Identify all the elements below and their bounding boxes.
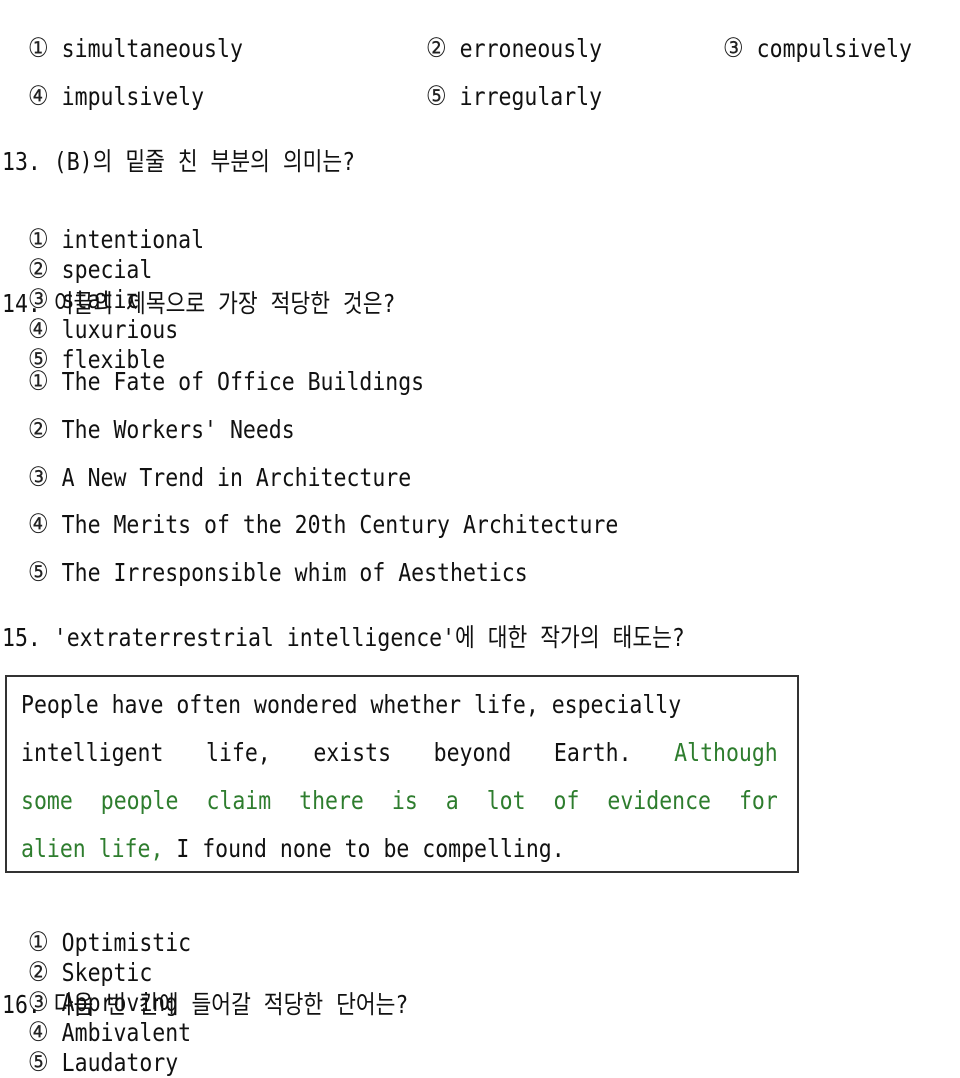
q15-option-2[interactable]: ② Skeptic	[27, 957, 153, 988]
passage-highlight: some	[21, 786, 73, 815]
passage-word: exists	[313, 738, 392, 767]
q13-option-1[interactable]: ① intentional	[27, 224, 205, 255]
q13-option-2[interactable]: ② special	[27, 254, 153, 285]
q15-option-5[interactable]: ⑤ Laudatory	[27, 1047, 179, 1078]
passage-highlight: lot	[486, 786, 526, 815]
q16-title: 16. 다음 빈 칸에 들어갈 적당한 단어는?	[2, 990, 409, 1019]
passage-highlight: of	[553, 786, 580, 815]
option-text: Skeptic	[61, 958, 153, 987]
q12-option-3[interactable]: ③ compulsively	[697, 4, 912, 64]
option-text: impulsively	[61, 82, 205, 111]
q14-title: 14. 이글의 제목으로 가장 적당한 것은?	[2, 289, 396, 318]
option-number: ⑤	[27, 557, 49, 588]
passage-text: I found none to be compelling.	[163, 834, 565, 863]
option-number: ⑤	[425, 81, 447, 112]
q13-title: 13. (B)의 밑줄 친 부분의 의미는?	[2, 147, 356, 176]
option-number: ⑤	[27, 1047, 49, 1078]
passage-line-1: People have often wondered whether life,…	[21, 690, 682, 719]
option-number: ①	[27, 927, 49, 958]
passage-word: Earth.	[553, 738, 632, 767]
option-text: The Irresponsible whim of Aesthetics	[61, 558, 528, 587]
passage-highlight: is	[391, 786, 418, 815]
passage-highlight: there	[299, 786, 364, 815]
q14-option-5[interactable]: ⑤ The Irresponsible whim of Aesthetics	[2, 528, 528, 588]
passage-highlight: claim	[206, 786, 272, 815]
passage-highlight: evidence	[607, 786, 711, 815]
passage-highlight: Although	[674, 738, 778, 767]
option-text: Optimistic	[61, 928, 192, 957]
passage-word: life,	[206, 738, 271, 767]
option-number: ④	[27, 81, 49, 112]
option-text: intentional	[61, 225, 205, 254]
q15-title: 15. 'extraterrestrial intelligence'에 대한 …	[2, 623, 685, 652]
passage-box: People have often wondered whether life,…	[5, 675, 799, 873]
passage-highlight: alien life,	[21, 834, 164, 863]
passage-word: beyond	[433, 738, 512, 767]
option-text: irregularly	[459, 82, 603, 111]
option-text: compulsively	[756, 34, 913, 63]
option-text: Laudatory	[61, 1048, 179, 1077]
q15-options: ① Optimistic ② Skeptic ③ Approving ④ Amb…	[2, 898, 191, 1078]
passage-highlight: for	[738, 786, 778, 815]
passage-line-4: alien life, I found none to be compellin…	[21, 834, 778, 864]
passage-line-2: intelligent life, exists beyond Earth. A…	[21, 738, 778, 768]
passage-highlight: people	[100, 786, 179, 815]
q15-option-4[interactable]: ④ Ambivalent	[28, 1018, 192, 1048]
q12-option-4[interactable]: ④ impulsively	[2, 52, 204, 112]
q12-option-5[interactable]: ⑤ irregularly	[400, 52, 602, 112]
option-number: ③	[722, 33, 744, 64]
option-number: ①	[27, 224, 49, 255]
passage-highlight: a	[445, 786, 459, 815]
option-text: Ambivalent	[61, 1018, 192, 1047]
q15-option-1[interactable]: ① Optimistic	[27, 927, 192, 958]
option-text: special	[61, 255, 153, 284]
option-number: ②	[27, 254, 49, 285]
option-number: ②	[27, 957, 49, 988]
passage-line-3: some people claim there is a lot of evid…	[21, 786, 778, 816]
passage-word: intelligent	[21, 738, 164, 767]
